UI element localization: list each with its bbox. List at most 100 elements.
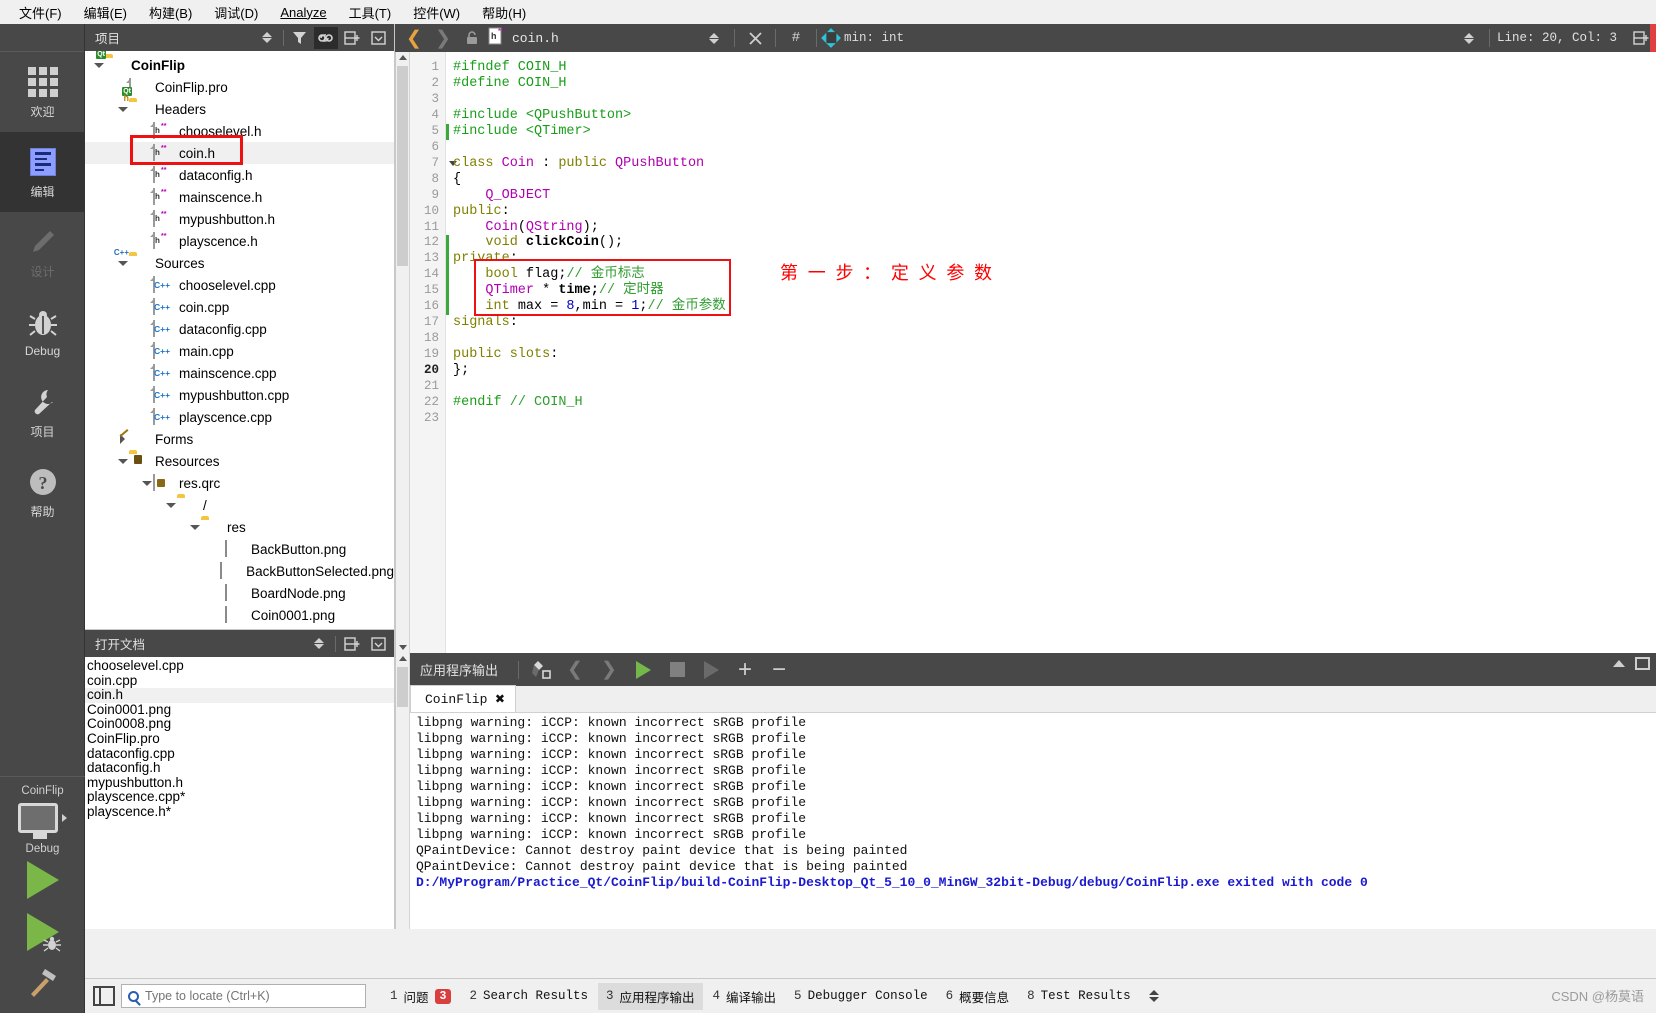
tree-item-resources[interactable]: Resources [85, 450, 394, 472]
open-document-item[interactable]: Coin0008.png [85, 717, 394, 732]
run-output-icon[interactable] [627, 656, 659, 684]
chevron-down-icon[interactable] [117, 455, 129, 467]
chevron-down-icon[interactable] [165, 499, 177, 511]
output-tabs[interactable]: 1 问题 3 2 Search Results 3 应用程序输出 4 编译输出 5 Debugger… [382, 982, 1139, 1010]
hash-marker-icon[interactable]: # [783, 26, 809, 50]
run-debug-output-icon[interactable] [695, 656, 727, 684]
tree-item-coin0001-png[interactable]: Coin0001.png [85, 604, 394, 626]
output-console[interactable]: libpng warning: iCCP: known incorrect sR… [410, 713, 1656, 929]
open-file-combo[interactable]: h** coin.h [488, 27, 698, 49]
scroll-up-arrow-icon[interactable] [399, 55, 407, 60]
scrollbar-thumb[interactable] [397, 66, 408, 266]
close-panel-icon[interactable] [366, 27, 390, 49]
tree-item-main-cpp[interactable]: C++ main.cpp [85, 340, 394, 362]
stop-output-icon[interactable] [661, 656, 693, 684]
scroll-down-arrow-icon[interactable] [399, 645, 407, 650]
sidebar-item-help[interactable]: ? 帮助 [0, 452, 85, 532]
sidebar-item-welcome[interactable]: 欢迎 [0, 52, 85, 132]
project-tree[interactable]: Qt CoinFlip Qt CoinFlip.pro h Headers h ** choos… [85, 51, 394, 629]
tree-item--[interactable]: / [85, 494, 394, 516]
tree-item-mypushbutton-h[interactable]: h ** mypushbutton.h [85, 208, 394, 230]
status-tab---[interactable]: 1 问题 3 [382, 983, 459, 1010]
tree-item-dataconfig-cpp[interactable]: C++ dataconfig.cpp [85, 318, 394, 340]
locator-input[interactable] [121, 984, 366, 1008]
tree-item-playscence-h[interactable]: h ** playscence.h [85, 230, 394, 252]
open-document-item[interactable]: dataconfig.cpp [85, 746, 394, 762]
increase-font-icon[interactable]: + [729, 656, 761, 684]
output-left-scrollbar[interactable] [396, 653, 410, 929]
tree-item-coinflip-pro[interactable]: Qt CoinFlip.pro [85, 76, 394, 98]
unlock-icon[interactable] [459, 26, 485, 50]
tree-item-coin-cpp[interactable]: C++ coin.cpp [85, 296, 394, 318]
editor-vertical-scrollbar[interactable] [396, 52, 410, 653]
status-tab-test-results[interactable]: 8 Test Results [1019, 985, 1139, 1007]
menu-analyze[interactable]: Analyze [269, 3, 337, 22]
chevron-down-icon[interactable] [117, 257, 129, 269]
open-document-item[interactable]: playscence.h* [85, 804, 394, 820]
open-document-item[interactable]: mypushbutton.h [85, 775, 394, 791]
open-document-item[interactable]: playscence.cpp* [85, 790, 394, 805]
tree-item-coin-h[interactable]: h ** coin.h [85, 142, 394, 164]
sidebar-item-projects[interactable]: 项目 [0, 372, 85, 452]
toggle-sidebar-icon[interactable] [93, 986, 115, 1006]
menu-help[interactable]: 帮助(H) [471, 1, 537, 24]
tree-item-mainscence-cpp[interactable]: C++ mainscence.cpp [85, 362, 394, 384]
menu-file[interactable]: 文件(F) [8, 1, 73, 24]
tree-item-mypushbutton-cpp[interactable]: C++ mypushbutton.cpp [85, 384, 394, 406]
kit-selector[interactable]: CoinFlip Debug [0, 776, 85, 861]
code-text-area[interactable]: #ifndef COIN_H #define COIN_H #include <QP… [447, 52, 1656, 653]
tree-item-sources[interactable]: C++ Sources [85, 248, 394, 274]
status-tab-------[interactable]: 3 应用程序输出 [597, 982, 703, 1010]
open-document-item[interactable]: dataconfig.h [85, 761, 394, 776]
sidebar-item-edit[interactable]: 编辑 [0, 132, 85, 212]
status-tab-debugger-console[interactable]: 5 Debugger Console [786, 985, 936, 1007]
maximize-pane-icon[interactable] [1613, 660, 1625, 667]
tree-item-mainscence-h[interactable]: h ** mainscence.h [85, 186, 394, 208]
decrease-font-icon[interactable]: − [763, 656, 795, 684]
status-tab-----[interactable]: 6 概要信息 [938, 983, 1018, 1010]
line-col-indicator[interactable]: Line: 20, Col: 3 [1497, 31, 1617, 45]
nav-forward-icon[interactable]: ❯ [430, 26, 456, 50]
tree-item-res-qrc[interactable]: res.qrc [85, 472, 394, 494]
tree-item-chooselevel-cpp[interactable]: C++ chooselevel.cpp [85, 274, 394, 296]
chevron-down-icon[interactable] [117, 103, 129, 115]
search-input[interactable] [145, 989, 359, 1003]
open-documents-list[interactable]: chooselevel.cpp coin.cpp coin.h Coin0001.pn… [85, 657, 394, 930]
run-button[interactable] [26, 861, 59, 899]
file-list-dropdown-icon[interactable] [701, 26, 727, 50]
debug-button[interactable] [26, 913, 61, 952]
open-document-item[interactable]: Coin0001.png [85, 702, 394, 718]
tree-item-coinflip[interactable]: Qt CoinFlip [85, 51, 394, 76]
close-icon[interactable]: ✖ [495, 689, 505, 709]
open-document-item[interactable]: chooselevel.cpp [85, 658, 394, 674]
tree-item-backbutton-png[interactable]: BackButton.png [85, 538, 394, 560]
sidebar-item-design[interactable]: 设计 [0, 212, 85, 292]
tree-item-res[interactable]: res [85, 516, 394, 538]
open-document-item[interactable]: coin.h [85, 688, 394, 703]
status-tab-----[interactable]: 4 编译输出 [705, 983, 785, 1010]
chevron-down-icon[interactable] [141, 477, 153, 489]
sidebar-item-debug[interactable]: Debug [0, 292, 85, 372]
chevron-down-icon[interactable] [93, 59, 105, 71]
tree-item-boardnode-png[interactable]: BoardNode.png [85, 582, 394, 604]
tree-item-forms[interactable]: Forms [85, 428, 394, 450]
output-line-link[interactable]: D:/MyProgram/Practice_Qt/CoinFlip/build-… [416, 875, 1656, 891]
menu-tools[interactable]: 工具(T) [338, 1, 403, 24]
close-panel-icon[interactable] [366, 633, 390, 655]
sync-with-editor-icon[interactable] [314, 26, 338, 49]
status-tab-search-results[interactable]: 2 Search Results [461, 985, 596, 1007]
tree-item-dataconfig-h[interactable]: h ** dataconfig.h [85, 164, 394, 186]
menu-build[interactable]: 构建(B) [138, 1, 203, 24]
code-editor[interactable]: 1 2 3 4 5 6 7 8 9 10 11 12 13 14 15 16 17 18 19 20 21 22 23 #i… [395, 52, 1656, 653]
split-view-icon[interactable] [340, 27, 364, 49]
close-document-icon[interactable] [742, 26, 768, 50]
split-view-icon[interactable] [340, 633, 364, 655]
panel-selector-dropdown-icon[interactable] [255, 27, 279, 49]
nav-back-icon[interactable]: ❮ [401, 26, 427, 50]
output-tabs-overflow-icon[interactable] [1148, 990, 1159, 1002]
prev-item-icon[interactable]: ❮ [559, 656, 591, 684]
minimize-pane-icon[interactable] [1635, 657, 1650, 670]
tree-item-chooselevel-h[interactable]: h ** chooselevel.h [85, 120, 394, 142]
tree-item-backbuttonselected-png[interactable]: BackButtonSelected.png [85, 560, 394, 582]
next-item-icon[interactable]: ❯ [593, 656, 625, 684]
